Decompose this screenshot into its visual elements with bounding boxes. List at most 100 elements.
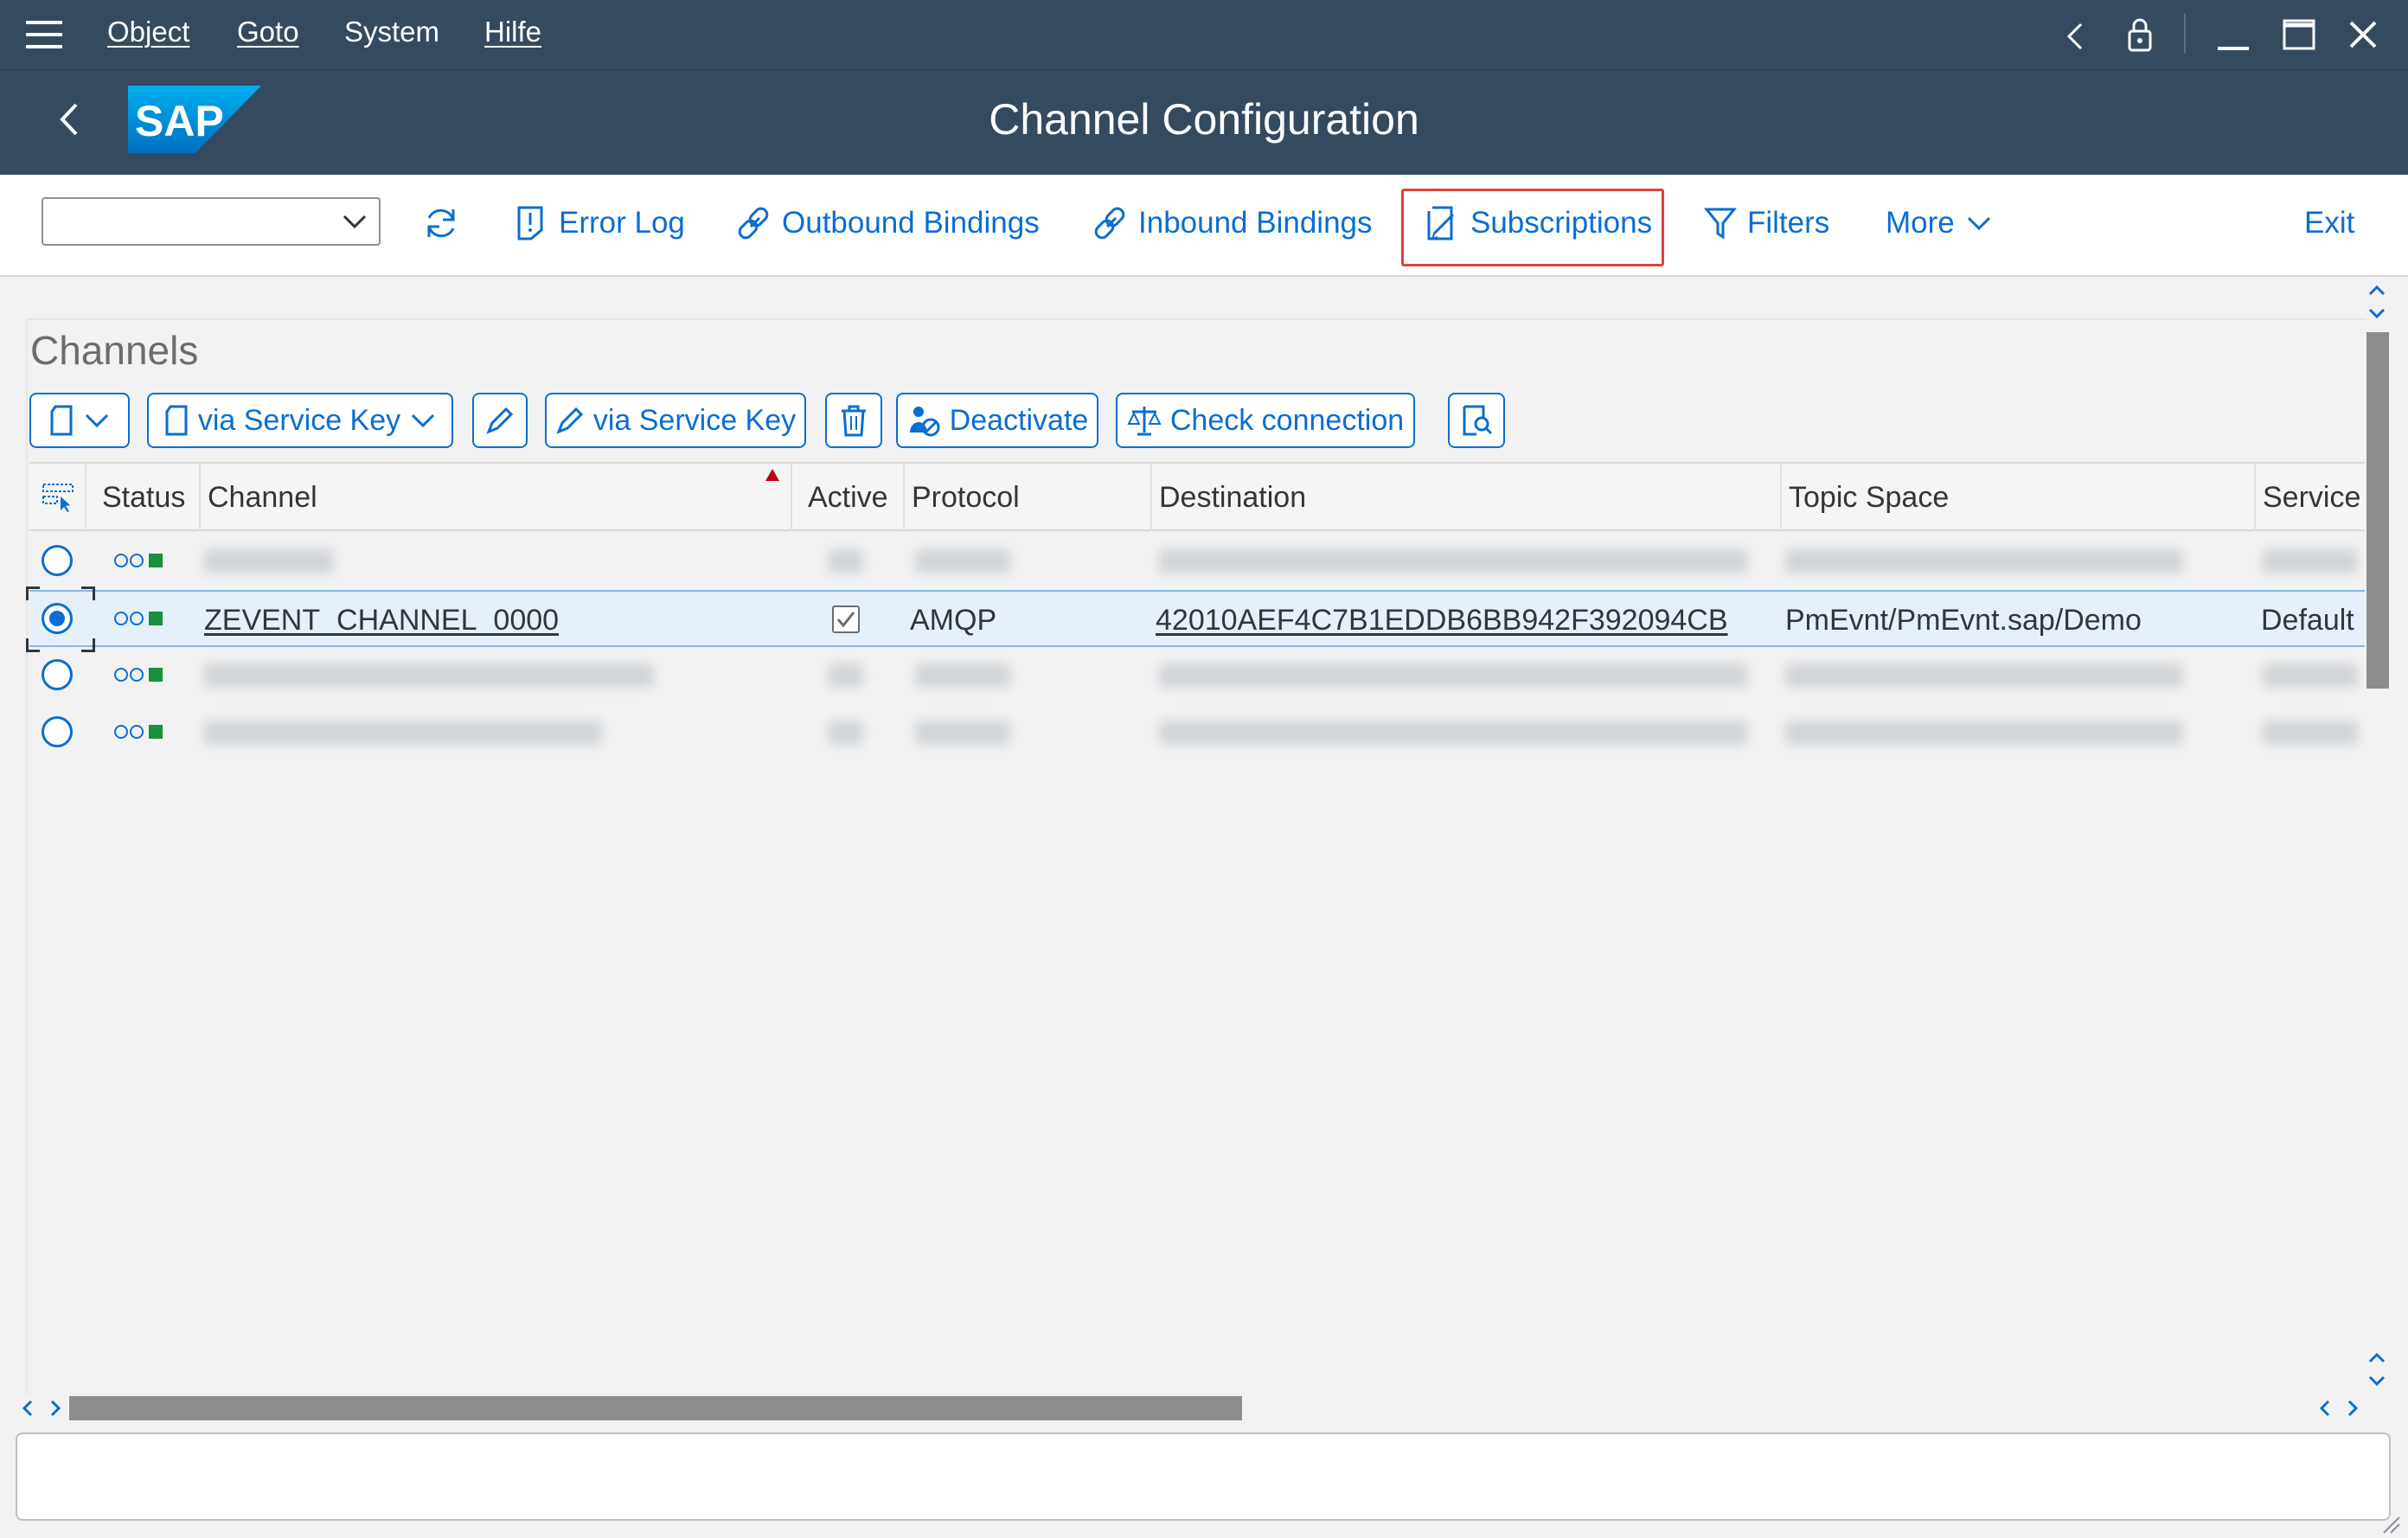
error-log-label: Error Log — [559, 206, 685, 240]
close-icon[interactable] — [2346, 17, 2380, 52]
panel-title: Channels — [30, 328, 199, 373]
inbound-bindings-button[interactable]: Inbound Bindings — [1092, 197, 1373, 249]
row-radio-selected[interactable] — [42, 603, 73, 634]
check-connection-label: Check connection — [1169, 403, 1405, 437]
scroll-left-right-icon[interactable] — [21, 1398, 62, 1419]
pencil-icon — [556, 407, 583, 434]
more-label: More — [1886, 206, 1955, 240]
protocol-value: AMQP — [910, 604, 997, 637]
redacted-topic-space — [1785, 663, 2183, 688]
filter-icon — [1704, 208, 1737, 240]
page-title: Channel Configuration — [989, 95, 1419, 144]
chevron-left-icon[interactable] — [2062, 19, 2088, 54]
find-button[interactable] — [1448, 393, 1505, 448]
table-row[interactable] — [29, 647, 2366, 704]
column-separator — [1150, 464, 1152, 531]
redacted-topic-space — [1785, 549, 2183, 574]
redacted-topic-space — [1785, 721, 2183, 745]
menu-hilfe[interactable]: Hilfe — [484, 16, 541, 48]
menu-system[interactable]: System — [344, 16, 439, 48]
column-header-topic-space[interactable]: Topic Space — [1789, 464, 1949, 531]
redacted-channel — [204, 549, 334, 574]
app-header: SAP Channel Configuration — [0, 69, 2408, 175]
maximize-icon[interactable] — [2280, 16, 2318, 54]
redacted-active — [829, 663, 863, 688]
destination-link[interactable]: 42010AEF4C7B1EDDB6BB942F392094CB — [1156, 592, 1728, 649]
column-separator — [791, 464, 792, 531]
scroll-up-down-icon[interactable] — [2366, 282, 2387, 322]
resize-grip-icon[interactable] — [2379, 1512, 2401, 1535]
channel-link[interactable]: ZEVENT_CHANNEL_0000 — [204, 592, 559, 649]
more-button[interactable]: More — [1886, 197, 1993, 249]
create-dropdown-button[interactable] — [29, 393, 130, 448]
column-header-active[interactable]: Active — [808, 464, 888, 531]
subscriptions-highlight-box — [1401, 189, 1664, 266]
create-via-service-key-label: via Service Key — [197, 403, 401, 437]
refresh-button[interactable] — [422, 197, 460, 249]
redacted-active — [829, 721, 863, 745]
status-indicator — [114, 725, 163, 739]
service-value: Default — [2261, 604, 2354, 637]
redacted-protocol — [915, 663, 1010, 688]
menu-bar: Object Goto System Hilfe — [0, 0, 2408, 69]
table-row-selected[interactable]: ZEVENT_CHANNEL_0000 AMQP 42010AEF4C7B1ED… — [26, 586, 2366, 652]
create-via-service-key-button[interactable]: via Service Key — [147, 393, 453, 448]
redacted-destination — [1159, 663, 1747, 688]
edit-button[interactable] — [472, 393, 528, 448]
redacted-protocol — [915, 721, 1010, 745]
outbound-bindings-button[interactable]: Outbound Bindings — [735, 197, 1040, 249]
hamburger-menu-icon[interactable] — [26, 21, 62, 50]
column-separator — [85, 464, 86, 531]
redacted-destination — [1159, 721, 1747, 745]
row-radio[interactable] — [42, 716, 73, 747]
table-header: Status Channel Active Protocol Destinati… — [29, 462, 2366, 531]
active-checkbox — [832, 606, 860, 633]
lock-icon[interactable] — [2124, 16, 2155, 54]
column-header-destination[interactable]: Destination — [1159, 464, 1306, 531]
redacted-channel — [204, 721, 602, 745]
edit-via-service-key-label: via Service Key — [592, 403, 797, 437]
deactivate-label: Deactivate — [949, 403, 1089, 437]
vertical-scroll-thumb[interactable] — [2366, 332, 2389, 689]
column-header-status[interactable]: Status — [102, 464, 185, 531]
balance-scale-icon — [1127, 407, 1162, 436]
error-log-button[interactable]: Error Log — [512, 197, 685, 249]
pencil-icon — [486, 407, 514, 434]
chevron-down-icon — [412, 413, 435, 428]
exit-button[interactable]: Exit — [2304, 197, 2354, 249]
status-indicator — [114, 668, 163, 682]
redacted-active — [829, 549, 863, 574]
menu-goto[interactable]: Goto — [237, 16, 299, 48]
redacted-service — [2263, 721, 2358, 745]
variant-combobox[interactable] — [42, 197, 381, 246]
column-header-service[interactable]: Service — [2263, 464, 2360, 531]
edit-via-service-key-button[interactable]: via Service Key — [545, 393, 806, 448]
redacted-service — [2263, 549, 2358, 574]
menu-object[interactable]: Object — [107, 16, 189, 48]
table-row[interactable] — [29, 704, 2366, 761]
checkmark-icon — [836, 612, 855, 628]
select-all-icon[interactable] — [42, 481, 74, 514]
row-radio[interactable] — [42, 659, 73, 690]
filters-button[interactable]: Filters — [1704, 197, 1829, 249]
new-document-icon — [50, 405, 73, 436]
chevron-down-icon[interactable] — [341, 208, 368, 235]
row-radio[interactable] — [42, 545, 73, 576]
delete-button[interactable] — [825, 393, 882, 448]
chevron-down-icon — [85, 413, 109, 428]
check-connection-button[interactable]: Check connection — [1116, 393, 1415, 448]
table-row[interactable] — [29, 533, 2366, 590]
deactivate-button[interactable]: Deactivate — [896, 393, 1098, 448]
column-separator — [199, 464, 201, 531]
scroll-left-right-icon[interactable] — [2318, 1398, 2360, 1419]
scroll-up-down-icon[interactable] — [2366, 1349, 2387, 1389]
horizontal-scroll-thumb[interactable] — [69, 1396, 1242, 1420]
column-header-protocol[interactable]: Protocol — [912, 464, 1020, 531]
column-separator — [903, 464, 905, 531]
menubar-separator — [2184, 14, 2186, 54]
minimize-icon[interactable] — [2214, 16, 2252, 54]
sort-ascending-icon — [765, 469, 779, 481]
redacted-service — [2263, 663, 2358, 688]
deactivate-icon — [909, 407, 940, 437]
column-header-channel[interactable]: Channel — [208, 464, 317, 531]
